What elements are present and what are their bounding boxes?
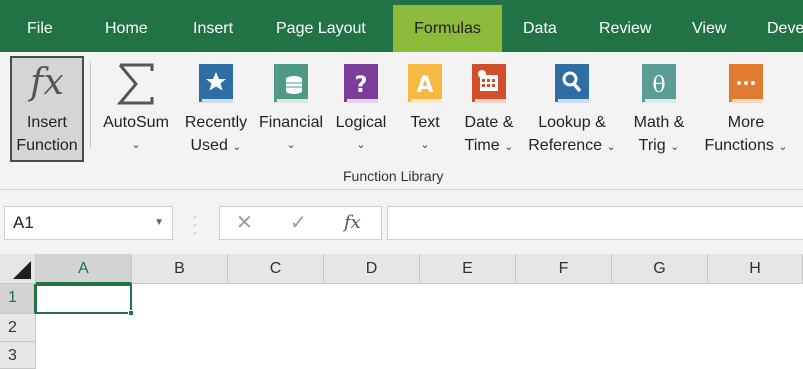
select-all-triangle-icon bbox=[13, 261, 31, 279]
tab-formulas[interactable]: Formulas bbox=[393, 5, 502, 52]
insert-function-button[interactable]: fx Insert Function bbox=[10, 56, 84, 162]
text-label: Text bbox=[410, 114, 440, 131]
insert-function-label-2: Function bbox=[16, 137, 78, 154]
chevron-down-icon: ⌄ bbox=[420, 139, 430, 151]
chevron-down-icon: ⌄ bbox=[232, 141, 242, 153]
column-header-f[interactable]: F bbox=[516, 254, 612, 284]
ribbon-separator bbox=[90, 62, 91, 148]
more-functions-button[interactable]: More Functions ⌄ bbox=[696, 56, 796, 160]
tab-developer[interactable]: Deve bbox=[767, 5, 803, 52]
formula-input[interactable] bbox=[387, 206, 803, 240]
svg-text:A: A bbox=[416, 73, 433, 98]
tab-file[interactable]: File bbox=[27, 5, 53, 52]
financial-label: Financial bbox=[258, 114, 324, 131]
select-all-button[interactable] bbox=[0, 254, 36, 284]
autosum-label: AutoSum bbox=[103, 114, 169, 131]
formula-bar: A1 ▼ · · · ✕ ✓ fx bbox=[0, 190, 803, 254]
name-box[interactable]: A1 ▼ bbox=[4, 206, 173, 240]
column-header-e[interactable]: E bbox=[420, 254, 516, 284]
chevron-down-icon: ⌄ bbox=[670, 141, 680, 153]
lookup-reference-label-1: Lookup & bbox=[538, 114, 606, 131]
svg-text:?: ? bbox=[355, 73, 368, 98]
text-button[interactable]: A Text ⌄ bbox=[402, 56, 448, 160]
ribbon-tab-bar: File Home Insert Page Layout Formulas Da… bbox=[0, 0, 803, 52]
recently-used-button[interactable]: Recently Used ⌄ bbox=[180, 56, 252, 160]
formula-buttons: ✕ ✓ fx bbox=[219, 206, 382, 240]
cancel-icon[interactable]: ✕ bbox=[236, 207, 253, 239]
fx-icon: fx bbox=[30, 62, 64, 103]
function-library-group-label: Function Library bbox=[343, 168, 444, 184]
tab-data[interactable]: Data bbox=[523, 5, 557, 52]
logical-button[interactable]: ? Logical ⌄ bbox=[330, 56, 392, 160]
column-header-g[interactable]: G bbox=[612, 254, 708, 284]
chevron-down-icon: ⌄ bbox=[131, 139, 141, 151]
svg-text:θ: θ bbox=[652, 73, 665, 98]
row-header-2[interactable]: 2 bbox=[0, 314, 36, 342]
calendar-book-icon bbox=[456, 61, 522, 107]
recently-used-label-2-wrap: Used ⌄ bbox=[180, 134, 252, 159]
logical-label: Logical bbox=[335, 114, 387, 131]
tab-insert[interactable]: Insert bbox=[193, 5, 233, 52]
more-functions-label-1: More bbox=[727, 114, 765, 131]
theta-book-icon: θ bbox=[624, 61, 694, 107]
column-header-d[interactable]: D bbox=[324, 254, 420, 284]
chevron-down-icon: ⌄ bbox=[286, 139, 296, 151]
magnifier-book-icon bbox=[524, 61, 620, 107]
math-trig-label-1: Math & bbox=[633, 114, 685, 131]
column-header-c[interactable]: C bbox=[228, 254, 324, 284]
recently-used-label-1: Recently bbox=[184, 114, 248, 131]
autosum-button[interactable]: AutoSum ⌄ bbox=[96, 56, 176, 160]
financial-button[interactable]: Financial ⌄ bbox=[255, 56, 327, 160]
name-box-value: A1 bbox=[13, 213, 34, 232]
date-time-label-2-wrap: Time ⌄ bbox=[456, 134, 522, 159]
chevron-down-icon: ⌄ bbox=[356, 139, 366, 151]
date-time-label-2: Time bbox=[464, 137, 500, 154]
more-functions-label-2: Functions bbox=[704, 137, 774, 154]
math-trig-button[interactable]: θ Math & Trig ⌄ bbox=[624, 56, 694, 160]
tab-review[interactable]: Review bbox=[599, 5, 651, 52]
enter-icon[interactable]: ✓ bbox=[290, 207, 307, 239]
column-header-a[interactable]: A bbox=[36, 254, 132, 284]
chevron-down-icon: ⌄ bbox=[606, 141, 616, 153]
fill-handle[interactable] bbox=[128, 310, 134, 316]
lookup-reference-label-2: Reference bbox=[528, 137, 603, 154]
drag-handle-icon[interactable]: · · · bbox=[190, 209, 200, 239]
tab-view[interactable]: View bbox=[692, 5, 726, 52]
row-header-3[interactable]: 3 bbox=[0, 342, 36, 369]
tab-home[interactable]: Home bbox=[105, 5, 148, 52]
column-header-h[interactable]: H bbox=[708, 254, 803, 284]
recently-used-label-2: Used bbox=[190, 137, 228, 154]
date-time-button[interactable]: Date & Time ⌄ bbox=[456, 56, 522, 160]
chevron-down-icon: ⌄ bbox=[778, 141, 788, 153]
math-trig-label-2-wrap: Trig ⌄ bbox=[624, 134, 694, 159]
math-trig-label-2: Trig bbox=[638, 137, 666, 154]
lookup-reference-label-2-wrap: Reference ⌄ bbox=[524, 134, 620, 159]
sigma-icon bbox=[96, 61, 176, 107]
worksheet-grid: A B C D E F G H 1 2 3 bbox=[0, 254, 803, 369]
chevron-down-icon: ⌄ bbox=[504, 141, 514, 153]
column-header-b[interactable]: B bbox=[132, 254, 228, 284]
row-header-1[interactable]: 1 bbox=[0, 284, 36, 314]
selected-cell-a1[interactable] bbox=[35, 284, 134, 316]
ribbon-panel: fx Insert Function AutoSum ⌄ Recently Us… bbox=[0, 52, 803, 190]
letter-a-book-icon: A bbox=[402, 61, 448, 107]
insert-function-label-1: Insert bbox=[26, 114, 67, 131]
star-book-icon bbox=[180, 61, 252, 107]
date-time-label-1: Date & bbox=[464, 114, 514, 131]
coins-book-icon bbox=[255, 61, 327, 107]
name-box-dropdown-icon[interactable]: ▼ bbox=[154, 207, 164, 239]
question-book-icon: ? bbox=[330, 61, 392, 107]
more-functions-label-2-wrap: Functions ⌄ bbox=[696, 134, 796, 159]
tab-page-layout[interactable]: Page Layout bbox=[276, 5, 366, 52]
insert-function-fx-icon[interactable]: fx bbox=[344, 207, 361, 239]
lookup-reference-button[interactable]: Lookup & Reference ⌄ bbox=[524, 56, 620, 160]
ellipsis-book-icon bbox=[696, 61, 796, 107]
